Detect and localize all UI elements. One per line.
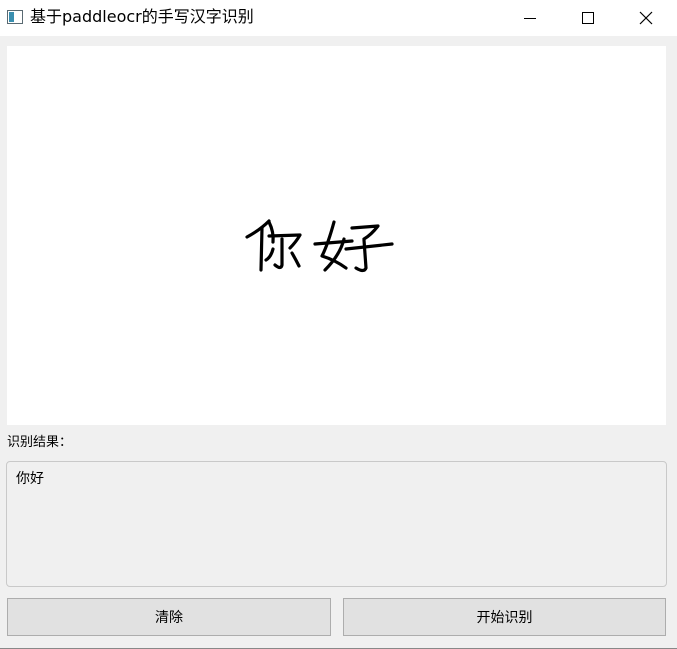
- maximize-button[interactable]: [559, 0, 617, 36]
- handwriting-strokes: [245, 219, 394, 273]
- app-window-icon: [7, 10, 23, 24]
- start-recognition-button[interactable]: 开始识别: [343, 598, 666, 636]
- minimize-icon: [524, 18, 536, 19]
- close-button[interactable]: [617, 0, 675, 36]
- clear-button[interactable]: 清除: [7, 598, 331, 636]
- minimize-button[interactable]: [501, 0, 559, 36]
- drawing-canvas[interactable]: [7, 46, 666, 425]
- close-icon: [639, 11, 653, 25]
- title-bar[interactable]: 基于paddleocr的手写汉字识别: [0, 0, 677, 36]
- result-textbox[interactable]: 你好: [6, 461, 667, 587]
- result-label: 识别结果：: [7, 435, 73, 450]
- main-window: 基于paddleocr的手写汉字识别 识别结果： 你好 清除 开始识别: [0, 0, 677, 649]
- maximize-icon: [582, 12, 594, 24]
- window-title: 基于paddleocr的手写汉字识别: [30, 7, 254, 26]
